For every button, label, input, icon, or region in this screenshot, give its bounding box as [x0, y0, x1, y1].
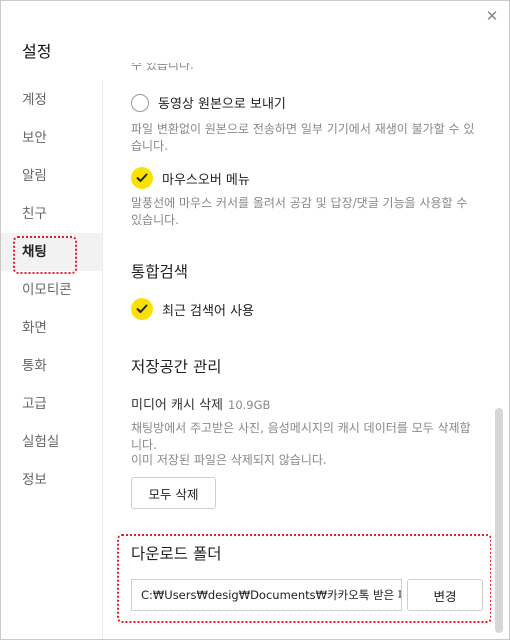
- search-section-title: 통합검색: [131, 263, 189, 281]
- recent-search-label: 최근 검색어 사용: [162, 303, 254, 319]
- download-path-field[interactable]: C:₩Users₩desig₩Documents₩카카오톡 받은 파일: [131, 579, 402, 611]
- recent-search-option[interactable]: 최근 검색어 사용: [131, 298, 254, 320]
- media-cache-label: 미디어 캐시 삭제: [131, 398, 223, 413]
- mouseover-menu-desc: 말풍선에 마우스 커서를 올려서 공감 및 답장/댓글 기능을 사용할 수 있습…: [131, 196, 468, 227]
- sidebar-item-labs[interactable]: 실험실: [1, 423, 102, 461]
- media-cache-row: 미디어 캐시 삭제 10.9GB: [131, 394, 270, 413]
- cut-off-description: 수 있습니다.: [131, 63, 194, 72]
- unchecked-radio-icon[interactable]: [131, 93, 149, 112]
- sidebar-item-emoticons[interactable]: 이모티콘: [1, 271, 102, 309]
- sidebar-item-calls[interactable]: 통화: [1, 347, 102, 385]
- settings-content: 수 있습니다. 동영상 원본으로 보내기 파일 변환없이 원본으로 전송하면 일…: [103, 63, 491, 639]
- sidebar-item-display[interactable]: 화면: [1, 309, 102, 347]
- mouseover-menu-option[interactable]: 마우스오버 메뉴: [131, 167, 250, 189]
- storage-desc-1: 채팅방에서 주고받은 사진, 음성메시지의 캐시 데이터를 모두 삭제합니다.: [131, 421, 471, 452]
- sidebar-item-security[interactable]: 보안: [1, 119, 102, 157]
- check-icon[interactable]: [131, 167, 153, 189]
- original-video-option[interactable]: 동영상 원본으로 보내기: [131, 93, 286, 112]
- sidebar-item-friends[interactable]: 친구: [1, 195, 102, 233]
- change-folder-button[interactable]: 변경: [407, 579, 483, 611]
- storage-section-title: 저장공간 관리: [131, 358, 222, 376]
- scroll-thumb[interactable]: [495, 408, 503, 633]
- storage-desc-2: 이미 저장된 파일은 삭제되지 않습니다.: [131, 453, 327, 467]
- sidebar-item-advanced[interactable]: 고급: [1, 385, 102, 423]
- delete-all-button[interactable]: 모두 삭제: [131, 477, 216, 509]
- download-section-title: 다운로드 폴더: [131, 545, 222, 563]
- sidebar-item-chat[interactable]: 채팅: [1, 233, 102, 271]
- original-video-desc: 파일 변환없이 원본으로 전송하면 일부 기기에서 재생이 불가할 수 있습니다…: [131, 122, 475, 153]
- mouseover-menu-label: 마우스오버 메뉴: [162, 172, 250, 188]
- sidebar-item-account[interactable]: 계정: [1, 81, 102, 119]
- window-title: 설정: [22, 42, 52, 61]
- media-cache-size: 10.9GB: [228, 398, 271, 412]
- settings-window: ✕ 설정 계정 보안 알림 친구 채팅 이모티콘 화면 통화 고급 실험실 정보…: [0, 0, 510, 640]
- content-scrollbar[interactable]: [495, 63, 503, 639]
- settings-sidebar: 계정 보안 알림 친구 채팅 이모티콘 화면 통화 고급 실험실 정보: [1, 81, 103, 639]
- check-icon[interactable]: [131, 298, 153, 320]
- sidebar-item-info[interactable]: 정보: [1, 461, 102, 499]
- close-icon[interactable]: ✕: [483, 7, 501, 25]
- sidebar-item-notifications[interactable]: 알림: [1, 157, 102, 195]
- original-video-label: 동영상 원본으로 보내기: [158, 97, 286, 112]
